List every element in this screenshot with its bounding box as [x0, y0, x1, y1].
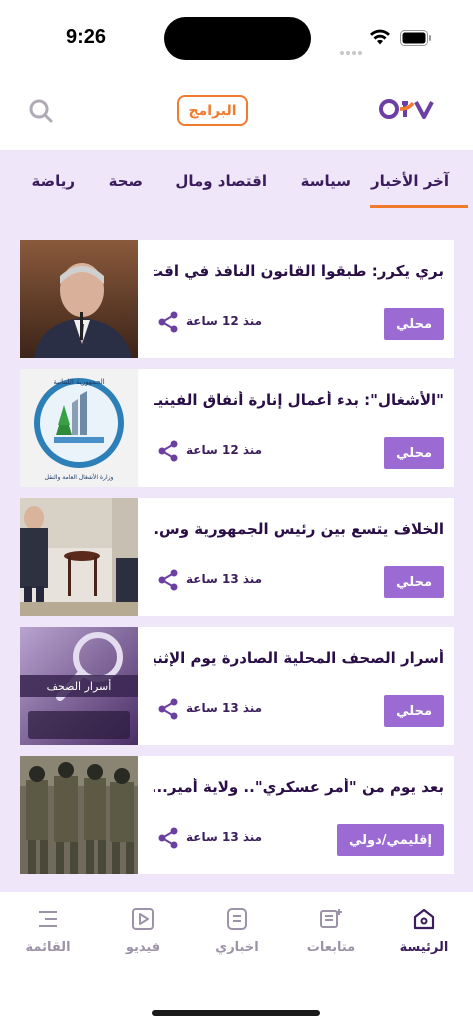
status-time: 9:26: [66, 26, 107, 48]
otv-logo[interactable]: [378, 94, 440, 124]
nav-follow-label: متابعات: [306, 940, 356, 955]
dynamic-island: [164, 17, 311, 60]
seal-bottom-text: وزارة الأشغال العامة والنقل: [45, 473, 114, 481]
category-badge[interactable]: إقليمي/دولي: [337, 824, 444, 856]
category-badge[interactable]: محلي: [384, 566, 444, 598]
programs-button[interactable]: البرامج: [177, 95, 248, 126]
category-badge[interactable]: محلي: [384, 695, 444, 727]
nav-news[interactable]: اخباري: [197, 906, 277, 955]
share-icon[interactable]: [156, 310, 180, 334]
menu-icon: [39, 911, 57, 927]
share-icon[interactable]: [156, 568, 180, 592]
bottom-nav: الرئيسة متابعات اخباري فيديو القائمة: [0, 892, 473, 1024]
article-thumbnail[interactable]: [20, 498, 138, 616]
search-icon[interactable]: [26, 96, 56, 126]
nav-video-label: فيديو: [125, 940, 161, 955]
nav-home[interactable]: الرئيسة: [384, 906, 464, 955]
nav-home-label: الرئيسة: [399, 940, 449, 955]
video-icon: [132, 908, 154, 930]
article-title[interactable]: "الأشغال": بدء أعمال إنارة أنفاق الفينيـ…: [154, 391, 444, 409]
news-icon: [227, 908, 247, 930]
home-indicator: [152, 1010, 320, 1016]
category-badge[interactable]: محلي: [384, 437, 444, 469]
news-card[interactable]: أسرار الصحف أسرار الصحف المحلية الصادرة …: [20, 627, 454, 745]
news-card[interactable]: بعد يوم من "أمر عسكري".. ولاية أمير... إ…: [20, 756, 454, 874]
category-badge[interactable]: محلي: [384, 308, 444, 340]
tab-latest-news[interactable]: آخر الأخبار: [371, 172, 449, 190]
share-icon[interactable]: [156, 697, 180, 721]
tab-sports[interactable]: رياضة: [32, 172, 76, 190]
home-icon: [413, 908, 435, 930]
tab-health[interactable]: صحة: [109, 172, 143, 190]
article-time: منذ 12 ساعة: [186, 314, 263, 328]
tab-economy[interactable]: اقتصاد ومال: [175, 172, 267, 190]
seal-top-text: الجمهورية اللبنانية: [53, 378, 104, 386]
news-card[interactable]: بري يكرر: طبقوا القانون النافذ في اقت...…: [20, 240, 454, 358]
news-card[interactable]: الخلاف يتسع بين رئيس الجمهورية وس... محل…: [20, 498, 454, 616]
nav-follow[interactable]: متابعات: [291, 906, 371, 955]
share-icon[interactable]: [156, 439, 180, 463]
battery-icon: [400, 30, 431, 46]
thumb-caption: أسرار الصحف: [47, 679, 112, 693]
article-time: منذ 13 ساعة: [186, 572, 263, 586]
nav-menu[interactable]: القائمة: [8, 906, 88, 955]
nav-video[interactable]: فيديو: [103, 906, 183, 955]
news-card[interactable]: الجمهورية اللبنانية وزارة الأشغال العامة…: [20, 369, 454, 487]
app-header: البرامج: [0, 78, 473, 150]
nav-news-label: اخباري: [215, 940, 259, 955]
nav-menu-label: القائمة: [25, 940, 71, 955]
article-thumbnail[interactable]: أسرار الصحف: [20, 627, 138, 745]
follow-icon: [320, 909, 342, 928]
article-title[interactable]: بعد يوم من "أمر عسكري".. ولاية أمير...: [154, 778, 444, 796]
active-tab-indicator: [370, 205, 468, 208]
signal-icon: [340, 40, 364, 55]
article-title[interactable]: أسرار الصحف المحلية الصادرة يوم الإثنيـ.…: [154, 649, 444, 667]
article-title[interactable]: الخلاف يتسع بين رئيس الجمهورية وس...: [154, 520, 444, 538]
article-time: منذ 13 ساعة: [186, 701, 263, 715]
article-time: منذ 12 ساعة: [186, 443, 263, 457]
article-title[interactable]: بري يكرر: طبقوا القانون النافذ في اقت...: [154, 262, 444, 280]
article-thumbnail[interactable]: [20, 240, 138, 358]
article-thumbnail[interactable]: [20, 756, 138, 874]
wifi-icon: [370, 29, 390, 45]
article-time: منذ 13 ساعة: [186, 830, 263, 844]
status-bar: 9:26: [0, 0, 473, 78]
tab-politics[interactable]: سياسة: [301, 172, 351, 190]
share-icon[interactable]: [156, 826, 180, 850]
article-thumbnail[interactable]: الجمهورية اللبنانية وزارة الأشغال العامة…: [20, 369, 138, 487]
